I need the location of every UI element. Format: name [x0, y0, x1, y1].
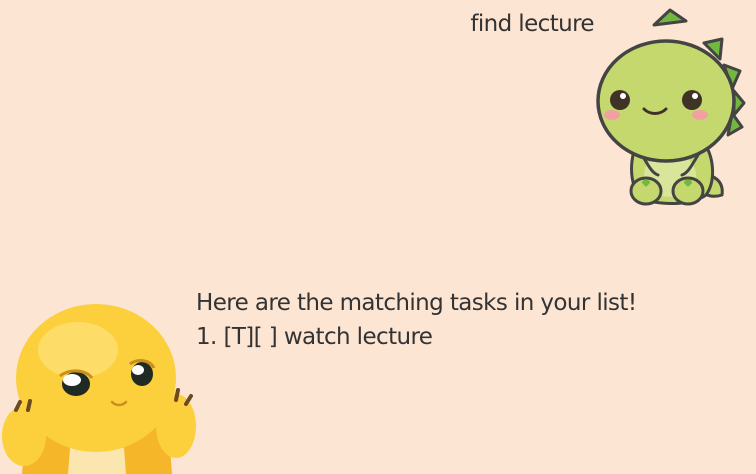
green-dinosaur-icon — [596, 8, 746, 206]
bot-message-text: Here are the matching tasks in your list… — [196, 290, 637, 350]
yellow-creature-icon — [2, 304, 196, 474]
user-dialog-box: find lecture — [0, 0, 756, 215]
user-message-text: find lecture — [470, 11, 594, 37]
bot-dialog-box: Here are the matching tasks in your list… — [0, 270, 756, 474]
